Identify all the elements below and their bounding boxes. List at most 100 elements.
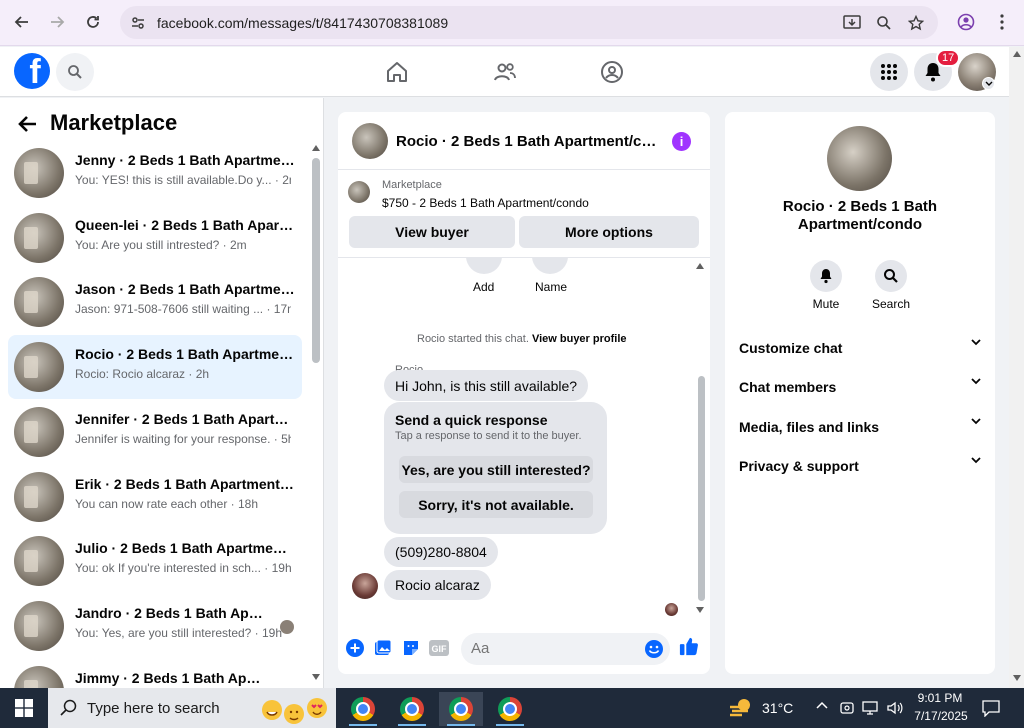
mute-bell-icon[interactable] (810, 260, 842, 292)
bookmark-star-icon[interactable] (906, 13, 926, 33)
conversation-item[interactable]: Queen-lei · 2 Beds 1 Bath Apart... You: … (8, 206, 302, 270)
conversation-item[interactable]: Jimmy · 2 Beds 1 Bath Apartm... (8, 659, 302, 688)
conversation-list-panel: Marketplace Jenny · 2 Beds 1 Bath Apartm… (0, 98, 324, 688)
taskbar-chrome-app[interactable] (341, 692, 385, 726)
taskbar-chrome-app[interactable] (390, 692, 434, 726)
conversation-item[interactable]: Jenny · 2 Beds 1 Bath Apartment... You: … (8, 141, 302, 205)
message-input-field[interactable] (471, 640, 631, 657)
taskbar-chrome-app-active[interactable] (439, 692, 483, 726)
weather-temperature[interactable]: 31°C (762, 700, 793, 716)
chrome-icon (498, 697, 522, 721)
view-buyer-button[interactable]: View buyer (349, 216, 515, 248)
quick-response-yes-button[interactable]: Yes, are you still interested? (399, 456, 593, 483)
conversation-name: Jandro · 2 Beds 1 Bath Apart... (75, 605, 265, 621)
search-label[interactable]: Search (861, 297, 921, 311)
chat-avatar[interactable] (352, 123, 388, 159)
conversation-item[interactable]: Erik · 2 Beds 1 Bath Apartment/c... You … (8, 465, 302, 529)
gaming-icon[interactable] (599, 59, 625, 85)
windows-start-icon[interactable] (0, 688, 48, 728)
message-bubble[interactable]: (509)280-8804 (384, 537, 498, 567)
system-message-text: Rocio started this chat. (417, 333, 529, 345)
reload-icon[interactable] (80, 9, 106, 35)
scroll-down-arrow-icon[interactable] (1013, 675, 1021, 681)
search-conversation-icon[interactable] (875, 260, 907, 292)
site-info-icon[interactable] (128, 13, 148, 33)
conversation-preview: Rocio: Rocio alcaraz · 2h (75, 367, 210, 381)
back-arrow-icon[interactable] (16, 112, 40, 136)
privacy-support-section[interactable]: Privacy & support (739, 452, 981, 480)
volume-icon[interactable] (886, 700, 904, 716)
plus-icon[interactable] (345, 638, 365, 658)
seen-receipt-avatar (665, 603, 678, 616)
home-icon[interactable] (384, 59, 410, 85)
photo-icon[interactable] (373, 638, 393, 658)
chat-members-section[interactable]: Chat members (739, 373, 981, 401)
conversation-item[interactable]: Jandro · 2 Beds 1 Bath Apart... You: Yes… (8, 594, 302, 658)
gif-icon[interactable]: GIF (429, 638, 449, 658)
quick-response-no-button[interactable]: Sorry, it's not available. (399, 491, 593, 518)
emoji-icon[interactable] (644, 639, 664, 659)
search-icon[interactable] (56, 53, 94, 91)
forward-icon[interactable] (44, 9, 70, 35)
conversation-item[interactable]: Jason · 2 Beds 1 Bath Apartment... Jason… (8, 270, 302, 334)
menu-grid-icon[interactable] (870, 53, 908, 91)
conversation-item-active[interactable]: Rocio · 2 Beds 1 Bath Apartment... Rocio… (8, 335, 302, 399)
more-options-button[interactable]: More options (519, 216, 699, 248)
svg-text:GIF: GIF (432, 644, 448, 654)
info-icon[interactable]: i (672, 132, 691, 151)
listing-thumbnail[interactable] (348, 181, 370, 203)
tray-overflow-chevron-icon[interactable] (816, 701, 828, 711)
scroll-up-arrow-icon[interactable] (312, 145, 320, 153)
scroll-down-arrow-icon[interactable] (696, 607, 704, 613)
conversation-item[interactable]: Julio · 2 Beds 1 Bath Apartment/... You:… (8, 529, 302, 593)
conversation-title: Rocio · 2 Beds 1 Bath Apartment/condo (782, 198, 938, 233)
friends-icon[interactable] (492, 59, 518, 85)
media-files-links-section[interactable]: Media, files and links (739, 413, 981, 441)
conversation-details-panel: Rocio · 2 Beds 1 Bath Apartment/condo Mu… (725, 112, 995, 674)
address-bar[interactable]: facebook.com/messages/t/8417430708381089 (120, 6, 938, 39)
message-bubble[interactable]: Hi John, is this still available? (384, 370, 589, 401)
message-bubble[interactable]: Rocio alcaraz (384, 570, 491, 600)
thumbs-up-icon[interactable] (679, 636, 699, 656)
facebook-logo-icon[interactable]: f (14, 53, 50, 89)
sender-avatar[interactable] (352, 573, 378, 599)
meet-now-icon[interactable] (839, 700, 855, 716)
conversation-avatar[interactable] (827, 126, 892, 191)
customize-chat-section[interactable]: Customize chat (739, 334, 981, 362)
zoom-icon[interactable] (874, 13, 894, 33)
browser-toolbar: facebook.com/messages/t/8417430708381089 (0, 0, 1024, 46)
scroll-down-arrow-icon[interactable] (312, 674, 320, 682)
conversation-item[interactable]: Jennifer · 2 Beds 1 Bath Apartm... Jenni… (8, 400, 302, 464)
add-label[interactable]: Add (473, 280, 494, 294)
scroll-up-arrow-icon[interactable] (696, 263, 704, 269)
mute-label[interactable]: Mute (796, 297, 856, 311)
name-action-icon[interactable] (532, 258, 568, 274)
kebab-menu-icon[interactable] (989, 9, 1015, 35)
network-icon[interactable] (862, 700, 880, 716)
view-buyer-profile-link[interactable]: View buyer profile (532, 333, 627, 345)
taskbar-chrome-app[interactable] (488, 692, 532, 726)
conversation-preview: You: YES! this is still available.Do y..… (75, 173, 291, 187)
profile-icon[interactable] (953, 9, 979, 35)
conversation-list-scrollbar[interactable] (312, 158, 320, 363)
taskbar-date[interactable]: 7/17/2025 (911, 709, 971, 723)
listing-price[interactable]: $750 - 2 Beds 1 Bath Apartment/condo (382, 196, 589, 210)
sticker-icon[interactable] (401, 638, 421, 658)
taskbar-time[interactable]: 9:01 PM (917, 691, 963, 705)
system-message: Rocio started this chat. View buyer prof… (417, 333, 627, 345)
facebook-header: f 17 (0, 47, 1009, 97)
page-scrollbar[interactable] (1009, 47, 1024, 688)
chat-title[interactable]: Rocio · 2 Beds 1 Bath Apartment/condo (396, 133, 658, 150)
taskbar-search[interactable]: Type here to search (48, 688, 336, 728)
account-chevron-icon[interactable] (982, 77, 995, 90)
add-action-icon[interactable] (466, 258, 502, 274)
message-list-scrollbar[interactable] (698, 376, 705, 601)
notification-center-icon[interactable] (981, 699, 1001, 717)
name-label[interactable]: Name (535, 280, 567, 294)
install-app-icon[interactable] (842, 13, 862, 33)
url-text[interactable]: facebook.com/messages/t/8417430708381089 (157, 15, 448, 31)
back-icon[interactable] (9, 9, 35, 35)
message-input[interactable] (461, 633, 670, 665)
weather-icon[interactable] (728, 697, 754, 719)
scroll-up-arrow-icon[interactable] (1013, 51, 1021, 57)
